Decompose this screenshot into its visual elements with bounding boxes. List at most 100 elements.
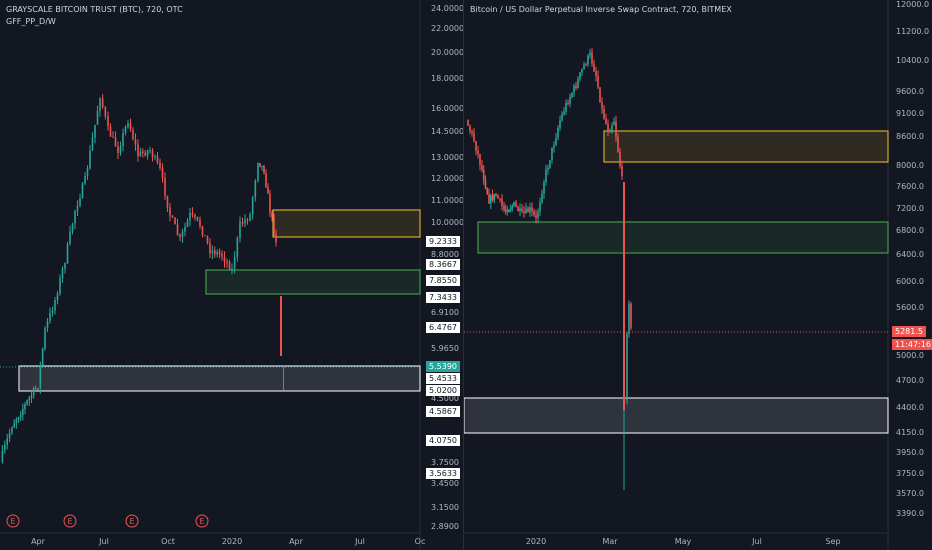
- right-price-axis-label: 5600.0: [896, 303, 924, 312]
- right-countdown-tag: 11:47:16: [892, 339, 932, 350]
- left-candle: [184, 226, 186, 232]
- left-zone-supply: [272, 209, 421, 238]
- left-candle: [91, 137, 94, 151]
- left-price-axis-label: 8.8000: [431, 250, 459, 259]
- left-candle: [28, 397, 31, 401]
- left-price-axis-label: 11.0000: [431, 196, 463, 205]
- right-time-axis-label: May: [675, 537, 692, 546]
- left-candle: [156, 156, 159, 163]
- right-price-axis-label: 6000.0: [896, 277, 924, 286]
- left-candle: [122, 132, 124, 147]
- right-candle: [495, 193, 497, 196]
- right-candle: [535, 215, 537, 219]
- left-price-tag: 4.0750: [426, 435, 460, 446]
- right-price-axis-label: 5000.0: [896, 351, 924, 360]
- left-candle: [74, 210, 76, 224]
- left-candle: [124, 126, 127, 133]
- left-chart-panel[interactable]: 24.0000 22.0000 20.0000 18.0000 16.0000 14.50…: [0, 0, 463, 550]
- right-time-axis-label: Sep: [825, 537, 840, 546]
- right-candle: [579, 72, 581, 79]
- left-time-axis-label: Oct: [161, 537, 175, 546]
- right-candle: [615, 121, 617, 137]
- right-candle: [508, 209, 510, 213]
- left-price-tag: 4.5867: [426, 406, 460, 417]
- right-candle: [513, 201, 515, 207]
- left-candle: [127, 123, 129, 127]
- left-candle: [269, 193, 271, 213]
- left-chart-canvas[interactable]: 24.0000 22.0000 20.0000 18.0000 16.0000 14.50…: [0, 0, 463, 550]
- right-candle: [555, 137, 557, 145]
- left-candle: [265, 173, 267, 187]
- right-candle: [493, 193, 496, 201]
- right-candle: [593, 63, 595, 72]
- right-candle: [563, 111, 565, 115]
- right-candle: [591, 52, 593, 64]
- left-candle: [139, 151, 142, 157]
- left-price-tag: 6.4767: [426, 322, 460, 333]
- left-indicator-label[interactable]: GFF_PP_D/W: [6, 17, 56, 26]
- left-price-axis-label: 12.0000: [431, 174, 463, 183]
- right-candle: [504, 210, 507, 212]
- left-candle: [246, 219, 249, 221]
- left-candle: [161, 167, 164, 178]
- left-candle: [149, 150, 151, 152]
- left-candle: [39, 365, 42, 389]
- left-candle: [251, 197, 254, 215]
- right-candle: [571, 93, 573, 98]
- left-candle: [174, 217, 176, 225]
- right-chart-canvas[interactable]: 12000.0 11200.0 10400.0 9600.0 9100.0 8600.0 8…: [464, 0, 932, 550]
- left-candle: [181, 231, 184, 238]
- right-candle: [589, 52, 591, 56]
- left-candle: [44, 328, 46, 349]
- left-price-axis-label: 18.0000: [431, 74, 463, 83]
- left-candle: [134, 139, 137, 145]
- right-candle: [569, 97, 571, 104]
- left-candle: [71, 223, 74, 232]
- right-price-axis-label: 10400.0: [896, 56, 929, 65]
- earnings-marker-label: E: [10, 517, 15, 526]
- left-candle: [8, 432, 11, 439]
- right-candle: [617, 136, 619, 152]
- left-candle: [176, 224, 179, 235]
- left-price-tag: 7.3433: [426, 292, 460, 303]
- left-price-axis-label: 3.1500: [431, 503, 459, 512]
- right-candle: [521, 208, 523, 212]
- right-price-axis-label: 4400.0: [896, 403, 924, 412]
- left-candle: [273, 217, 275, 234]
- right-time-axis-label: Mar: [602, 537, 618, 546]
- right-candle: [585, 64, 587, 66]
- left-price-axis-label: 22.0000: [431, 24, 463, 33]
- left-candle: [171, 215, 174, 218]
- left-candle: [15, 419, 18, 424]
- right-candle: [553, 144, 555, 148]
- right-chart-panel[interactable]: 12000.0 11200.0 10400.0 9600.0 9100.0 8600.0 8…: [464, 0, 932, 550]
- left-candle: [119, 146, 122, 154]
- left-candle: [79, 198, 81, 206]
- right-crash-candle: [623, 182, 625, 410]
- right-price-axis-label: 4700.0: [896, 376, 924, 385]
- right-candle: [551, 147, 553, 161]
- right-candle: [595, 71, 597, 76]
- earnings-marker-label: E: [67, 517, 72, 526]
- left-candle: [94, 124, 96, 138]
- left-candle: [267, 186, 269, 194]
- right-price-axis-label: 3570.0: [896, 489, 924, 498]
- right-candle: [491, 195, 494, 201]
- left-candle: [263, 165, 265, 174]
- right-candle: [605, 118, 607, 124]
- left-candle: [54, 300, 56, 311]
- left-time-axis-label: Apr: [289, 537, 304, 546]
- right-candle: [529, 207, 531, 213]
- right-candle: [523, 211, 525, 213]
- right-candle: [519, 208, 521, 212]
- left-candle: [84, 176, 86, 184]
- left-candle: [11, 427, 13, 433]
- right-candle: [626, 333, 628, 400]
- right-candle: [561, 114, 563, 121]
- right-candle: [577, 78, 579, 88]
- left-zone-support: [205, 269, 421, 295]
- left-price-axis-label: 16.0000: [431, 104, 463, 113]
- left-candle: [154, 156, 156, 158]
- left-price-tag: 3.5633: [426, 468, 460, 479]
- right-candle: [603, 108, 605, 119]
